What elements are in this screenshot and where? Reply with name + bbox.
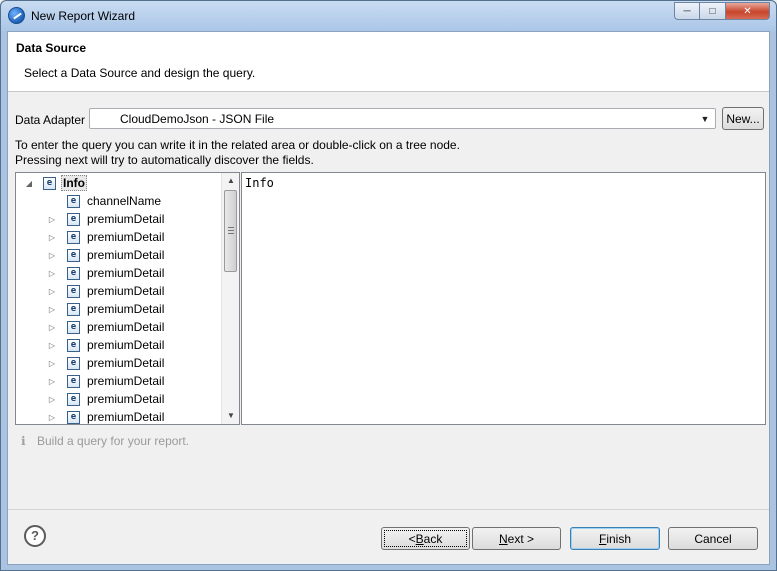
footer-divider (8, 509, 769, 510)
app-icon (8, 7, 25, 24)
expand-triangle-icon[interactable]: ▷ (47, 251, 57, 261)
tree-node[interactable]: ▷ e premiumDetail (16, 391, 221, 409)
grip-icon (228, 227, 234, 234)
window-title: New Report Wizard (31, 9, 136, 23)
tree-node-label: premiumDetail (87, 266, 165, 280)
tree-node[interactable]: ▷ e premiumDetail (16, 337, 221, 355)
tree-node-label: premiumDetail (87, 248, 165, 262)
status-message: Build a query for your report. (37, 434, 190, 448)
scroll-down-arrow-icon[interactable]: ▼ (222, 408, 239, 424)
tree-node-label: premiumDetail (87, 392, 165, 406)
element-node-icon: e (67, 213, 80, 226)
field-tree[interactable]: ◢ e Info e channelName ▷ e premiumDetail ▷ e pr… (15, 172, 240, 425)
scrollbar-thumb[interactable] (224, 190, 237, 272)
element-node-icon: e (67, 339, 80, 352)
expand-triangle-icon[interactable]: ▷ (47, 341, 57, 351)
tree-node[interactable]: ▷ e premiumDetail (16, 211, 221, 229)
next-button-rest: ext > (507, 531, 535, 546)
tree-node-label: premiumDetail (87, 356, 165, 370)
tree-node-label: premiumDetail (87, 320, 165, 334)
page-description: Select a Data Source and design the quer… (24, 66, 256, 80)
collapse-triangle-icon[interactable]: ◢ (24, 179, 34, 189)
expand-triangle-icon[interactable]: ▷ (47, 269, 57, 279)
close-icon[interactable]: ✕ (726, 2, 770, 20)
data-adapter-value: CloudDemoJson - JSON File (120, 112, 275, 126)
finish-button-rest: inish (606, 531, 632, 546)
element-node-icon: e (43, 177, 56, 190)
tree-node-root[interactable]: ◢ e Info (16, 175, 221, 193)
next-button[interactable]: Next > (472, 527, 561, 550)
tree-node-label: premiumDetail (87, 338, 165, 352)
tree-node-label: premiumDetail (87, 212, 165, 226)
help-text-line-1: To enter the query you can write it in t… (15, 138, 460, 152)
element-node-icon: e (67, 393, 80, 406)
tree-node-label: Info (61, 175, 87, 191)
title-bar[interactable]: New Report Wizard ─ □ ✕ (1, 1, 776, 31)
tree-node[interactable]: ▷ e premiumDetail (16, 247, 221, 265)
back-button[interactable]: < Back (381, 527, 470, 550)
wizard-client-area: Data Source Select a Data Source and des… (7, 31, 770, 565)
cancel-button[interactable]: Cancel (668, 527, 758, 550)
expand-triangle-icon[interactable]: ▷ (47, 323, 57, 333)
expand-triangle-icon[interactable]: ▷ (47, 377, 57, 387)
expand-triangle-icon[interactable]: ▷ (47, 413, 57, 423)
tree-node[interactable]: ▷ e premiumDetail (16, 409, 221, 424)
tree-node-label: channelName (87, 194, 162, 208)
finish-button[interactable]: Finish (570, 527, 660, 550)
tree-node[interactable]: ▷ e premiumDetail (16, 355, 221, 373)
scroll-up-arrow-icon[interactable]: ▲ (222, 173, 239, 189)
element-node-icon: e (67, 231, 80, 244)
tree-node[interactable]: e channelName (16, 193, 221, 211)
tree-node[interactable]: ▷ e premiumDetail (16, 301, 221, 319)
maximize-icon[interactable]: □ (700, 2, 726, 20)
redacted-area (93, 111, 119, 126)
element-node-icon: e (67, 267, 80, 280)
back-button-prefix: < (408, 531, 416, 546)
query-editor[interactable]: Info (241, 172, 766, 425)
info-icon: ℹ (21, 434, 26, 448)
page-title: Data Source (16, 41, 87, 55)
window-controls: ─ □ ✕ (674, 2, 770, 20)
expand-triangle-icon[interactable]: ▷ (47, 287, 57, 297)
tree-scrollbar[interactable]: ▲ ▼ (221, 173, 239, 424)
data-adapter-label: Data Adapter (15, 113, 86, 127)
finish-button-mnemonic: F (598, 531, 607, 546)
element-node-icon: e (67, 303, 80, 316)
element-node-icon: e (67, 411, 80, 424)
new-adapter-button[interactable]: New... (722, 107, 764, 130)
wizard-header: Data Source Select a Data Source and des… (8, 32, 769, 92)
expand-triangle-icon[interactable]: ▷ (47, 359, 57, 369)
tree-node-label: premiumDetail (87, 374, 165, 388)
element-node-icon: e (67, 249, 80, 262)
tree-node-label: premiumDetail (87, 410, 165, 424)
help-icon[interactable]: ? (24, 525, 46, 547)
chevron-down-icon[interactable]: ▼ (698, 112, 712, 126)
back-button-rest: ack (423, 531, 443, 546)
element-node-icon: e (67, 195, 80, 208)
data-adapter-select[interactable]: CloudDemoJson - JSON File ▼ (89, 108, 716, 129)
back-button-mnemonic: B (415, 531, 424, 546)
tree-node-label: premiumDetail (87, 230, 165, 244)
next-button-mnemonic: N (498, 531, 508, 546)
help-text-line-2: Pressing next will try to automatically … (15, 153, 314, 167)
expand-triangle-icon[interactable]: ▷ (47, 305, 57, 315)
expand-triangle-icon[interactable]: ▷ (47, 233, 57, 243)
element-node-icon: e (67, 321, 80, 334)
tree-node[interactable]: ▷ e premiumDetail (16, 319, 221, 337)
tree-node[interactable]: ▷ e premiumDetail (16, 229, 221, 247)
expand-triangle-icon[interactable]: ▷ (47, 395, 57, 405)
element-node-icon: e (67, 375, 80, 388)
element-node-icon: e (67, 285, 80, 298)
element-node-icon: e (67, 357, 80, 370)
tree-node-label: premiumDetail (87, 302, 165, 316)
minimize-icon[interactable]: ─ (674, 2, 700, 20)
query-text[interactable]: Info (245, 176, 274, 190)
expand-triangle-icon[interactable]: ▷ (47, 215, 57, 225)
tree-node-label: premiumDetail (87, 284, 165, 298)
wizard-window: New Report Wizard ─ □ ✕ Data Source Sele… (0, 0, 777, 571)
tree-node[interactable]: ▷ e premiumDetail (16, 373, 221, 391)
tree-node[interactable]: ▷ e premiumDetail (16, 283, 221, 301)
tree-node[interactable]: ▷ e premiumDetail (16, 265, 221, 283)
